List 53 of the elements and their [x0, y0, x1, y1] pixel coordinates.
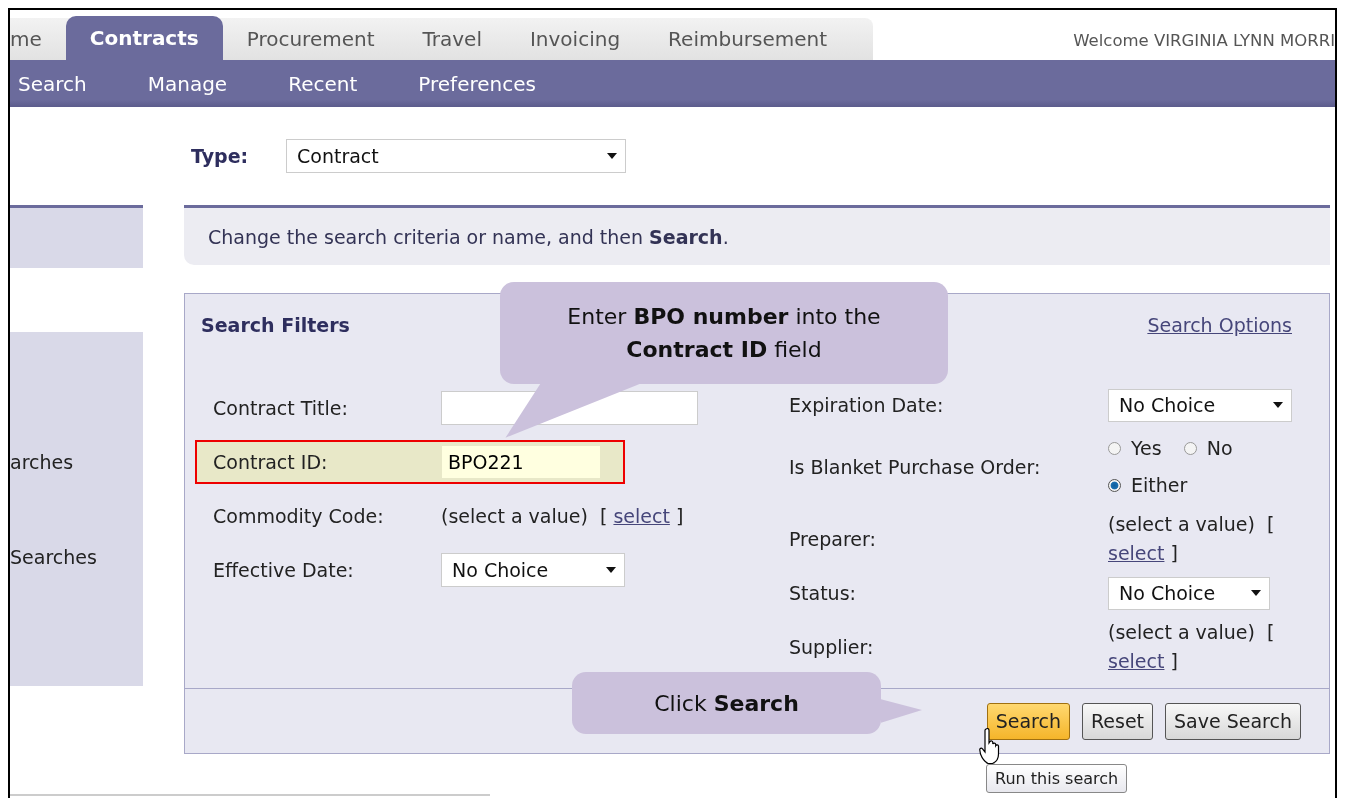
caret-icon — [1251, 590, 1261, 596]
radio-button[interactable] — [1108, 479, 1121, 492]
field-label: Contract ID: — [213, 451, 329, 473]
radio-button[interactable] — [1108, 442, 1121, 455]
tooltip: Run this search — [986, 764, 1128, 793]
field-label: Effective Date: — [213, 559, 355, 581]
select-link[interactable]: select — [1108, 542, 1165, 564]
sidebar-item[interactable]: Searches — [10, 546, 143, 568]
dropdown[interactable]: No Choice — [441, 553, 625, 587]
caret-icon — [607, 153, 617, 159]
lookup-value: (select a value) [ select ] — [1108, 620, 1276, 674]
subnav-link[interactable]: Preferences — [418, 71, 536, 96]
sidebar-item[interactable]: arches — [10, 451, 143, 473]
subnav-link[interactable]: Manage — [147, 71, 228, 96]
info-text: Change the search criteria or name, and then Search. — [208, 225, 729, 248]
radio-label[interactable]: Yes — [1131, 430, 1162, 467]
subnav-link[interactable]: Recent — [288, 71, 358, 96]
radio-button[interactable] — [1183, 442, 1197, 455]
nav-tab[interactable]: Reimbursement — [644, 18, 852, 60]
radio-label[interactable]: No — [1206, 430, 1233, 467]
lookup-value: (select a value) [ select ] — [1108, 512, 1276, 566]
type-label: Type: — [191, 145, 250, 167]
type-dropdown[interactable]: Contract — [286, 139, 626, 173]
caret-icon — [606, 567, 616, 573]
radio-label[interactable]: Either — [1131, 467, 1188, 504]
lookup-value: (select a value) [ select ] — [441, 505, 684, 527]
select-link[interactable]: select — [1108, 650, 1165, 672]
action-button[interactable]: Save Search — [1165, 702, 1301, 740]
nav-tab[interactable]: Contracts — [65, 16, 223, 60]
dropdown[interactable]: No Choice — [1108, 388, 1292, 422]
field-label: Expiration Date: — [789, 394, 945, 416]
caret-icon — [1273, 402, 1283, 408]
nav-tab[interactable]: Invoicing — [505, 18, 645, 60]
select-link[interactable]: select — [613, 505, 670, 527]
field-label: Preparer: — [789, 528, 877, 550]
field-label: Contract Title: — [213, 397, 349, 419]
text-field[interactable]: BPO221 — [441, 445, 601, 479]
action-button[interactable]: Search — [986, 702, 1070, 740]
field-label: Status: — [789, 582, 857, 604]
field-label: Supplier: — [789, 636, 875, 658]
panel-title: Search Filters — [201, 314, 350, 336]
nav-tab[interactable]: Travel — [398, 18, 506, 60]
nav-tab[interactable]: Procurement — [222, 18, 399, 60]
field-label: Is Blanket Purchase Order: — [789, 456, 1042, 478]
dropdown[interactable]: No Choice — [1108, 576, 1270, 610]
search-options-link[interactable]: Search Options — [1147, 314, 1292, 336]
field-label: Commodity Code: — [213, 505, 385, 527]
callout-text: Click Search — [653, 689, 800, 718]
action-button[interactable]: Reset — [1081, 702, 1154, 740]
subnav-link[interactable]: Search — [18, 71, 87, 96]
callout-text: Enter BPO number into the Contract ID field — [566, 303, 882, 365]
nav-tab[interactable]: me — [10, 18, 66, 60]
welcome-text: Welcome VIRGINIA LYNN MORRI — [1073, 30, 1335, 50]
